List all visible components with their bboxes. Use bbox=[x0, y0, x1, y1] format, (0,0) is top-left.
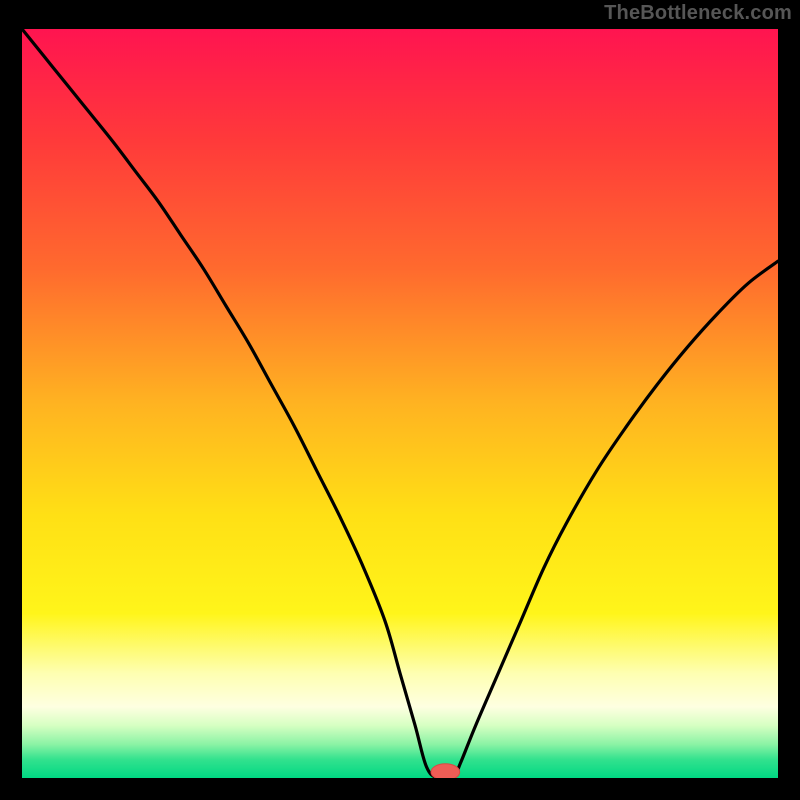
attribution-watermark: TheBottleneck.com bbox=[604, 2, 792, 25]
bottleneck-chart bbox=[22, 29, 778, 778]
gradient-background bbox=[22, 29, 778, 778]
optimum-marker bbox=[431, 764, 460, 778]
plot-area bbox=[22, 29, 778, 778]
chart-container: TheBottleneck.com bbox=[0, 0, 800, 800]
